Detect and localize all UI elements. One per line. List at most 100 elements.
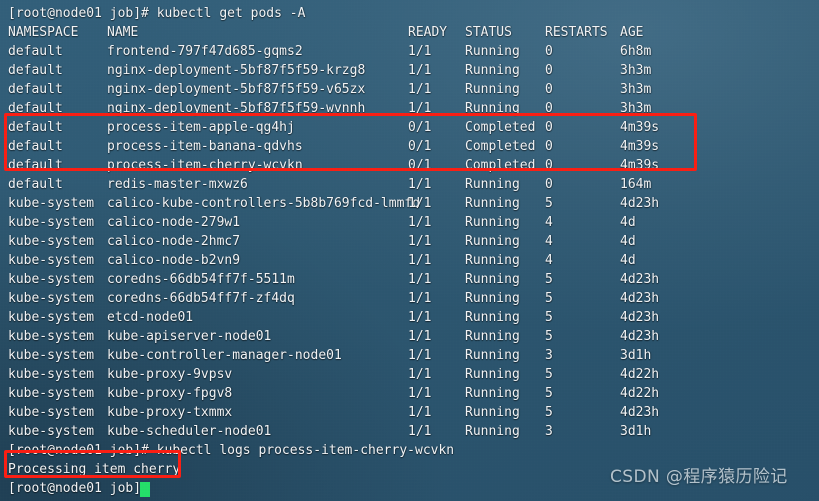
cell-name: nginx-deployment-5bf87f5f59-v65zx <box>107 82 366 97</box>
cell-name: redis-master-mxwz6 <box>107 177 248 192</box>
cell-restarts: 3 <box>545 348 553 363</box>
table-row: kube-system kube-proxy-9vpsv 1/1 Running 5 4d… <box>8 365 819 384</box>
cell-status: Running <box>465 196 520 211</box>
cell-restarts: 4 <box>545 215 553 230</box>
cell-ready: 1/1 <box>408 405 432 420</box>
cell-name: calico-node-2hmc7 <box>107 234 241 249</box>
cell-restarts: 0 <box>545 139 553 154</box>
cell-namespace: kube-system <box>8 405 95 420</box>
table-row: kube-system calico-node-2hmc7 1/1 Running 4 4… <box>8 232 819 251</box>
cell-ready: 1/1 <box>408 177 432 192</box>
cell-restarts: 3 <box>545 424 553 439</box>
cell-restarts: 5 <box>545 329 553 344</box>
cell-restarts: 5 <box>545 291 553 306</box>
terminal-cursor <box>140 482 150 497</box>
cell-ready: 0/1 <box>408 139 432 154</box>
cell-namespace: default <box>8 120 63 135</box>
cell-namespace: kube-system <box>8 348 95 363</box>
cell-ready: 1/1 <box>408 196 432 211</box>
cell-namespace: kube-system <box>8 196 95 211</box>
cell-age: 4d23h <box>620 291 660 306</box>
cell-restarts: 5 <box>545 196 553 211</box>
cell-status: Running <box>465 272 520 287</box>
cell-namespace: kube-system <box>8 424 95 439</box>
cell-namespace: kube-system <box>8 253 95 268</box>
cell-status: Running <box>465 348 520 363</box>
cell-age: 3d1h <box>620 424 652 439</box>
cell-name: coredns-66db54ff7f-zf4dq <box>107 291 295 306</box>
cell-restarts: 0 <box>545 44 553 59</box>
cell-status: Running <box>465 405 520 420</box>
cell-namespace: kube-system <box>8 329 95 344</box>
cell-age: 3h3m <box>620 82 652 97</box>
cell-status: Running <box>465 253 520 268</box>
cell-status: Running <box>465 101 520 116</box>
table-row: kube-system coredns-66db54ff7f-5511m 1/1 Ru… <box>8 270 819 289</box>
cell-age: 4m39s <box>620 158 660 173</box>
cell-namespace: kube-system <box>8 234 95 249</box>
cell-status: Running <box>465 329 520 344</box>
cell-name: kube-proxy-fpgv8 <box>107 386 233 401</box>
cell-ready: 0/1 <box>408 158 432 173</box>
cell-age: 4d <box>620 253 636 268</box>
cell-name: kube-scheduler-node01 <box>107 424 272 439</box>
cell-name: calico-node-b2vn9 <box>107 253 241 268</box>
cell-name: process-item-cherry-wcvkn <box>107 158 303 173</box>
table-row: default process-item-banana-qdvhs 0/1 Compl… <box>8 137 819 156</box>
cell-restarts: 5 <box>545 405 553 420</box>
column-header-restarts: RESTARTS <box>545 25 608 40</box>
table-row: kube-system calico-kube-controllers-5b8b7… <box>8 194 819 213</box>
cell-ready: 1/1 <box>408 253 432 268</box>
cell-status: Completed <box>465 120 536 135</box>
terminal-screen[interactable]: [root@node01 job]# kubectl get pods -A N… <box>0 0 819 501</box>
terminal-window[interactable]: [root@node01 job]# kubectl get pods -A N… <box>0 0 819 501</box>
cell-age: 4d22h <box>620 367 660 382</box>
cell-status: Running <box>465 82 520 97</box>
cell-age: 6h8m <box>620 44 652 59</box>
cell-age: 3d1h <box>620 348 652 363</box>
cell-status: Running <box>465 177 520 192</box>
column-header-age: AGE <box>620 25 644 40</box>
cell-restarts: 5 <box>545 386 553 401</box>
cell-namespace: default <box>8 44 63 59</box>
table-row: kube-system kube-proxy-fpgv8 1/1 Running 5 4d… <box>8 384 819 403</box>
cell-namespace: kube-system <box>8 215 95 230</box>
cell-restarts: 5 <box>545 272 553 287</box>
command-line-logs: [root@node01 job]# kubectl logs process-… <box>8 443 455 458</box>
cell-status: Running <box>465 386 520 401</box>
cell-name: nginx-deployment-5bf87f5f59-wvnnh <box>107 101 366 116</box>
cell-name: nginx-deployment-5bf87f5f59-krzg8 <box>107 63 366 78</box>
table-row: kube-system kube-scheduler-node01 1/1 Runni… <box>8 422 819 441</box>
cell-name: calico-node-279w1 <box>107 215 241 230</box>
cell-ready: 1/1 <box>408 310 432 325</box>
cell-restarts: 0 <box>545 63 553 78</box>
cell-age: 4d <box>620 234 636 249</box>
cell-age: 4d <box>620 215 636 230</box>
cell-status: Running <box>465 310 520 325</box>
cell-name: process-item-apple-qg4hj <box>107 120 295 135</box>
cell-status: Running <box>465 234 520 249</box>
cell-age: 4d23h <box>620 196 660 211</box>
cell-name: process-item-banana-qdvhs <box>107 139 303 154</box>
cell-namespace: kube-system <box>8 386 95 401</box>
cell-name: frontend-797f47d685-gqms2 <box>107 44 303 59</box>
table-row: default redis-master-mxwz6 1/1 Running 0 164m <box>8 175 819 194</box>
table-row: default nginx-deployment-5bf87f5f59-v65zx… <box>8 80 819 99</box>
table-row: default frontend-797f47d685-gqms2 1/1 Runni… <box>8 42 819 61</box>
table-row: kube-system kube-proxy-txmmx 1/1 Running 5 4d… <box>8 403 819 422</box>
cell-namespace: kube-system <box>8 310 95 325</box>
csdn-watermark: CSDN @程序猿历险记 <box>610 467 788 487</box>
cell-ready: 1/1 <box>408 291 432 306</box>
cell-age: 164m <box>620 177 652 192</box>
table-row: kube-system kube-apiserver-node01 1/1 Runni… <box>8 327 819 346</box>
cell-age: 4d23h <box>620 310 660 325</box>
cell-ready: 1/1 <box>408 215 432 230</box>
cell-age: 4m39s <box>620 120 660 135</box>
cell-restarts: 5 <box>545 310 553 325</box>
table-row: kube-system calico-node-b2vn9 1/1 Running 4 4… <box>8 251 819 270</box>
cell-ready: 1/1 <box>408 386 432 401</box>
table-row: kube-system coredns-66db54ff7f-zf4dq 1/1 Ru… <box>8 289 819 308</box>
column-header-name: NAME <box>107 25 139 40</box>
cell-age: 3h3m <box>620 63 652 78</box>
cell-age: 4d23h <box>620 329 660 344</box>
